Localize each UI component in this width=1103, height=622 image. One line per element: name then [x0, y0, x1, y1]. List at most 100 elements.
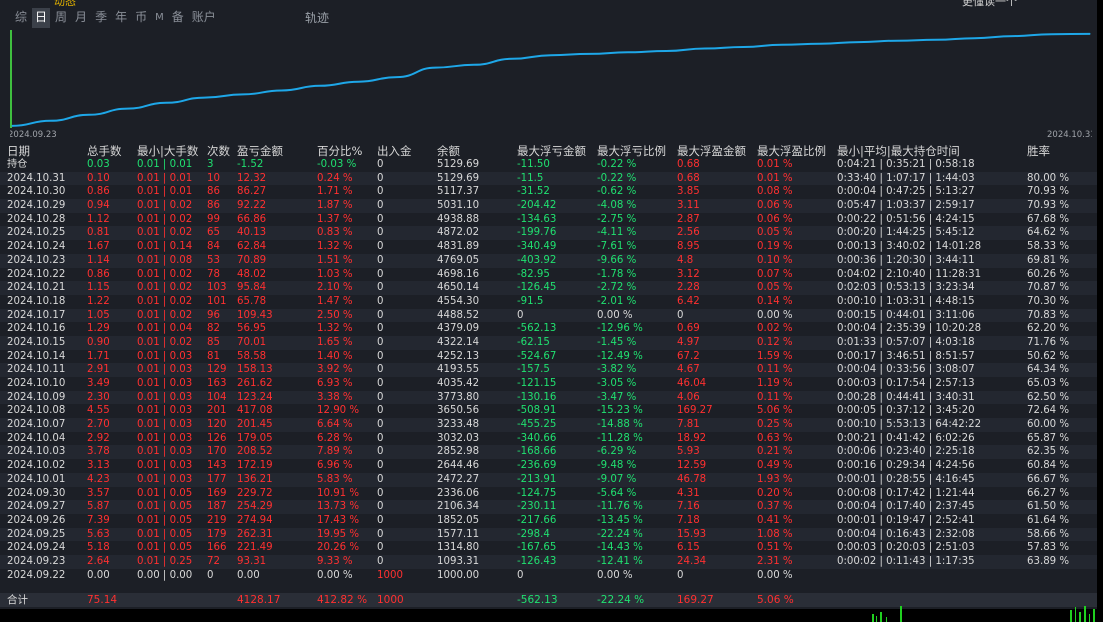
cell-balance: 2106.34	[437, 501, 480, 513]
tab-4[interactable]: 季	[92, 8, 110, 28]
cell-max-float-profit: 6.15	[677, 542, 700, 554]
cell-max-float-loss: -91.5	[517, 295, 544, 307]
cell-hold-time: 0:00:10 | 1:03:31 | 4:48:15	[837, 295, 975, 307]
cell-date: 2024.10.14	[7, 350, 66, 362]
cell-count: 219	[207, 514, 227, 526]
cell-max-float-profit-pct: 0.11 %	[757, 364, 793, 376]
cell-date: 2024.10.11	[7, 364, 66, 376]
total-max-float-profit-pct: 5.06 %	[757, 594, 794, 606]
tab-0[interactable]: 综	[12, 8, 30, 28]
cell-date: 2024.10.18	[7, 295, 66, 307]
cell-balance: 4554.30	[437, 295, 480, 307]
cell-count: 82	[207, 323, 220, 335]
cell-max-float-loss-pct: -5.64 %	[597, 487, 637, 499]
cell-max-float-profit: 4.8	[677, 254, 694, 266]
cell-balance: 1852.05	[437, 514, 480, 526]
cell-percent: 0.00 %	[317, 569, 353, 581]
cell-count: 86	[207, 200, 220, 212]
cell-balance: 4698.16	[437, 268, 480, 280]
cell-max-float-profit-pct: 0.21 %	[757, 446, 793, 458]
tab-9[interactable]: 账户	[189, 8, 219, 28]
cell-percent: 5.83 %	[317, 473, 353, 485]
cell-max-float-profit-pct: 1.59 %	[757, 350, 793, 362]
cell-balance: 4322.14	[437, 336, 480, 348]
daily-stats-table: 日期 总手数 最小|大手数 次数 盈亏金额 百分比% 出入金 余额 最大浮亏金额 最大浮亏比例 最大…	[0, 144, 1097, 582]
balance-point	[11, 125, 13, 127]
cell-deposit: 1000	[377, 569, 403, 581]
tab-7[interactable]: M	[152, 8, 167, 28]
cell-max-float-loss-pct: -6.29 %	[597, 446, 637, 458]
balance-chart: 2024.09.23 2024.10.31	[10, 30, 1092, 140]
cell-count: 次数	[207, 144, 230, 158]
cell-hold-time: 最小|平均|最大持仓时间	[837, 144, 960, 158]
balance-point	[973, 37, 976, 39]
cell-max-float-loss: -121.15	[517, 378, 557, 389]
cell-hold-time: 0:00:03 | 0:17:54 | 2:57:13	[837, 378, 975, 389]
cell-total-lots: 0.86	[87, 186, 110, 198]
cell-count: 85	[207, 336, 220, 348]
cell-balance: 1000.00	[437, 569, 480, 581]
balance-point	[203, 96, 206, 99]
cell-win-rate: 64.34 %	[1027, 364, 1070, 376]
cell-max-float-loss-pct: -9.07 %	[597, 473, 637, 485]
cell-hold-time: 0:00:06 | 0:23:40 | 2:25:18	[837, 446, 975, 458]
cell-max-float-profit: 7.81	[677, 419, 700, 431]
cell-max-float-profit: 67.2	[677, 350, 700, 362]
tab-6[interactable]: 币	[132, 8, 150, 28]
cell-win-rate: 胜率	[1027, 144, 1050, 158]
cell-max-float-loss: -455.25	[517, 419, 557, 431]
tab-8[interactable]: 备	[169, 8, 187, 28]
cell-hold-time: 0:00:10 | 5:53:13 | 64:42:22	[837, 419, 982, 431]
cell-max-float-profit-pct: 0.12 %	[757, 336, 793, 348]
track-label[interactable]: 轨迹	[305, 9, 329, 26]
cell-max-float-profit-pct: 0.14 %	[757, 295, 793, 307]
cell-date: 2024.10.08	[7, 405, 66, 417]
balance-point	[319, 85, 321, 87]
tab-5[interactable]: 年	[112, 8, 130, 28]
cell-max-float-loss-pct: -2.72 %	[597, 282, 637, 294]
cell-max-float-loss: -134.63	[517, 213, 557, 225]
cell-count: 78	[207, 268, 220, 280]
table-row: 2024.10.02 3.13 0.01 | 0.03 143 172.19 6.96 %…	[0, 459, 1097, 473]
cell-count: 86	[207, 186, 220, 198]
cell-max-float-loss: -157.5	[517, 364, 550, 376]
tab-1[interactable]: 日	[32, 8, 51, 28]
cell-max-float-profit: 46.78	[677, 473, 707, 485]
cell-hold-time: 0:00:08 | 0:17:42 | 1:21:44	[837, 487, 975, 499]
cell-win-rate: 60.84 %	[1027, 460, 1070, 472]
cell-win-rate: 58.33 %	[1027, 241, 1070, 253]
tab-2[interactable]: 周	[52, 8, 70, 28]
table-row: 2024.09.27 5.87 0.01 | 0.05 187 254.29 13.73 …	[0, 500, 1097, 514]
cell-count: 72	[207, 555, 220, 567]
cell-max-float-loss-pct: -13.45 %	[597, 514, 643, 526]
cell-max-float-loss: 最大浮亏金额	[517, 144, 586, 158]
cell-max-float-loss: 0	[517, 569, 524, 581]
balance-point	[511, 58, 514, 60]
cell-max-float-loss-pct: -14.43 %	[597, 542, 643, 554]
cell-max-float-loss-pct: -2.01 %	[597, 295, 637, 307]
cell-hold-time: 0:04:02 | 2:10:40 | 11:28:31	[837, 268, 982, 280]
cell-win-rate: 66.67 %	[1027, 473, 1070, 485]
table-header: 日期 总手数 最小|大手数 次数 盈亏金额 百分比% 出入金 余额 最大浮亏金额 最大浮亏比例 最大…	[0, 144, 1097, 158]
cell-win-rate: 62.35 %	[1027, 446, 1070, 458]
cell-deposit: 0	[377, 254, 384, 266]
cell-win-rate: 66.27 %	[1027, 487, 1070, 499]
balance-point	[357, 81, 360, 83]
balance-point	[126, 107, 129, 110]
cell-min-max-lots: 0.01 | 0.03	[137, 460, 193, 472]
cell-win-rate: 63.89 %	[1027, 555, 1070, 567]
balance-point	[935, 39, 937, 41]
cell-max-float-loss-pct: -4.08 %	[597, 200, 637, 212]
cell-count: 99	[207, 213, 220, 225]
cell-percent: 1.51 %	[317, 254, 353, 266]
cell-total-lots: 2.92	[87, 432, 110, 444]
cell-max-float-loss: 0	[517, 309, 524, 321]
cell-date: 2024.10.09	[7, 391, 66, 403]
cell-max-float-loss-pct: -0.22 %	[597, 159, 637, 170]
tab-3[interactable]: 月	[72, 8, 90, 28]
cell-percent: 1.32 %	[317, 323, 353, 335]
cell-deposit: 0	[377, 323, 384, 335]
cell-count: 84	[207, 241, 220, 253]
cell-pnl: 172.19	[237, 460, 273, 472]
table-row: 2024.10.10 3.49 0.01 | 0.03 163 261.62 6.93 %…	[0, 377, 1097, 391]
